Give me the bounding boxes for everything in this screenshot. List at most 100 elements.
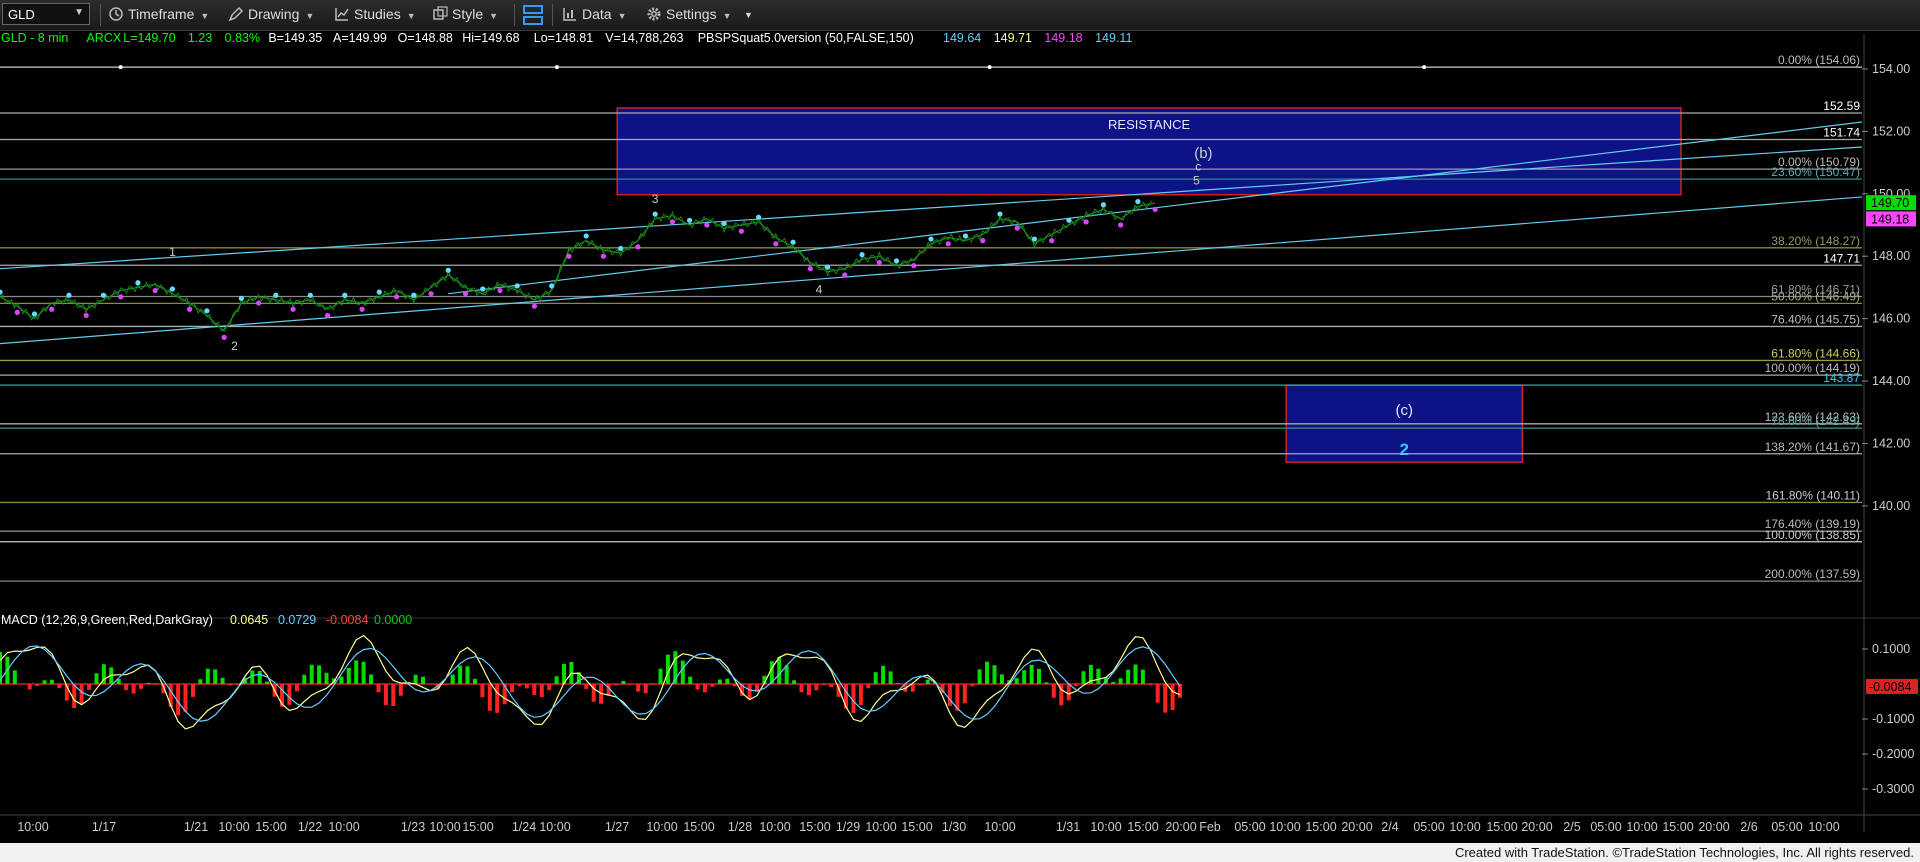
legend-item: 0.83% bbox=[225, 31, 260, 45]
signal-dot bbox=[824, 264, 831, 270]
time-tick-label: 1/27 bbox=[605, 820, 629, 834]
time-tick-label: 1/28 bbox=[728, 820, 752, 834]
chevron-down-icon: ▼ bbox=[489, 11, 499, 21]
wave-label: 2 bbox=[231, 339, 238, 353]
studies-menu[interactable]: Studies ▼ bbox=[334, 6, 416, 24]
settings-label: Settings bbox=[666, 6, 717, 22]
signal-dot bbox=[221, 334, 227, 340]
time-tick-label: 20:00 bbox=[1341, 820, 1372, 834]
layout-button[interactable] bbox=[523, 4, 543, 25]
signal-dot bbox=[531, 303, 538, 309]
signal-dot bbox=[704, 222, 710, 228]
macd-value: -0.0084 bbox=[326, 613, 368, 627]
time-tick-label: 2/5 bbox=[1563, 820, 1580, 834]
legend-item: Lo=148.81 bbox=[534, 31, 593, 45]
timeframe-menu[interactable]: Timeframe ▼ bbox=[108, 6, 209, 24]
toolbar-overflow[interactable]: ▼ bbox=[744, 10, 753, 28]
last-price-tag-label: 149.18 bbox=[1871, 212, 1909, 226]
legend-item: O=148.88 bbox=[398, 31, 453, 45]
chart-toolbar: GLD ▼ Timeframe ▼ Drawing ▼ Studies ▼ Style… bbox=[0, 0, 1920, 31]
legend-item: 1.23 bbox=[188, 31, 212, 45]
style-menu[interactable]: Style ▼ bbox=[432, 6, 498, 24]
signal-dot bbox=[1118, 222, 1124, 228]
level-label: 78.60% (142.49) bbox=[1771, 414, 1860, 428]
legend-item: V=14,788,263 bbox=[605, 31, 683, 45]
time-tick-label: 20:00 bbox=[1521, 820, 1552, 834]
macd-value: 0.0000 bbox=[374, 613, 412, 627]
level-label: 76.40% (145.75) bbox=[1771, 312, 1860, 326]
settings-menu[interactable]: Settings ▼ bbox=[646, 6, 732, 24]
signal-dot bbox=[49, 306, 55, 312]
symbol-label: GLD bbox=[8, 7, 35, 22]
level-label: 50.00% (146.49) bbox=[1771, 289, 1860, 303]
signal-dot bbox=[669, 219, 675, 225]
time-tick-label: 1/21 bbox=[184, 820, 208, 834]
symbol-selector[interactable]: GLD ▼ bbox=[2, 3, 90, 25]
signal-dot bbox=[997, 211, 1003, 217]
line-marker bbox=[987, 65, 992, 70]
wave-label: 3 bbox=[652, 192, 659, 206]
time-tick-label: 1/23 bbox=[401, 820, 425, 834]
signal-dot bbox=[83, 312, 89, 319]
signal-dot bbox=[14, 309, 20, 315]
wave-label: 4 bbox=[816, 283, 823, 297]
time-tick-label: Feb bbox=[1199, 820, 1221, 834]
signal-dot bbox=[376, 289, 382, 295]
time-tick-label: 10:00 bbox=[17, 820, 48, 834]
chevron-down-icon: ▼ bbox=[744, 10, 753, 20]
chart-canvas[interactable]: GLD - 8 min ARCX L=149.70 1.23 0.83% B=149.35… bbox=[0, 30, 1920, 843]
time-tick-label: 1/22 bbox=[298, 820, 322, 834]
macd-tick-label: -0.1000 bbox=[1872, 712, 1914, 726]
legend-item: 149.18 bbox=[1044, 31, 1082, 45]
layout-icon bbox=[523, 5, 543, 25]
price-tick-label: 154.00 bbox=[1872, 62, 1910, 76]
line-marker bbox=[554, 65, 559, 70]
macd-tick-label: -0.2000 bbox=[1872, 747, 1914, 761]
signal-dot bbox=[445, 267, 451, 273]
time-tick-label: 10:00 bbox=[1090, 820, 1121, 834]
time-tick-label: 1/24 bbox=[512, 820, 536, 834]
signal-dot bbox=[187, 306, 193, 312]
signal-dot bbox=[514, 283, 520, 289]
time-tick-label: 15:00 bbox=[1486, 820, 1517, 834]
level-label: 138.20% (141.67) bbox=[1765, 440, 1860, 454]
time-tick-label: 2/4 bbox=[1381, 820, 1398, 834]
studies-label: Studies bbox=[354, 6, 401, 22]
data-menu[interactable]: Data ▼ bbox=[562, 6, 627, 24]
line-marker bbox=[1422, 65, 1427, 70]
level-label: 23.60% (150.47) bbox=[1771, 165, 1860, 179]
drawing-menu[interactable]: Drawing ▼ bbox=[228, 6, 314, 24]
signal-dot bbox=[566, 253, 572, 259]
signal-dot bbox=[600, 253, 607, 259]
level-label: 143.87 bbox=[1823, 371, 1860, 385]
zone-c-label: (c) bbox=[1396, 402, 1414, 419]
signal-dot bbox=[204, 308, 210, 314]
footer-bar: Created with TradeStation. ©TradeStation… bbox=[0, 843, 1920, 862]
signal-dot bbox=[876, 259, 882, 266]
time-tick-label: 10:00 bbox=[429, 820, 460, 834]
chevron-down-icon: ▼ bbox=[305, 11, 315, 21]
signal-dot bbox=[0, 289, 3, 295]
time-tick-label: 10:00 bbox=[646, 820, 677, 834]
level-label: 0.00% (154.06) bbox=[1778, 53, 1860, 67]
time-tick-label: 15:00 bbox=[799, 820, 830, 834]
copyright-text: Created with TradeStation. ©TradeStation… bbox=[1454, 845, 1914, 860]
macd-diff-tag-label: -0.0084 bbox=[1869, 680, 1911, 694]
chevron-down-icon: ▼ bbox=[722, 11, 732, 21]
time-tick-label: 15:00 bbox=[901, 820, 932, 834]
time-tick-label: 15:00 bbox=[462, 820, 493, 834]
signal-dot bbox=[238, 295, 244, 301]
level-label: 100.00% (138.85) bbox=[1765, 528, 1860, 542]
style-icon bbox=[433, 6, 448, 20]
time-tick-label: 10:00 bbox=[1449, 820, 1480, 834]
legend-item: L=149.70 bbox=[123, 31, 176, 45]
chart-area[interactable]: GLD - 8 min ARCX L=149.70 1.23 0.83% B=149.35… bbox=[0, 30, 1920, 862]
zone-wave-2-label: 2 bbox=[1400, 440, 1409, 459]
signal-dot bbox=[66, 292, 72, 298]
time-tick-label: 10:00 bbox=[865, 820, 896, 834]
signal-dot bbox=[1135, 199, 1141, 205]
price-tick-label: 146.00 bbox=[1872, 312, 1910, 326]
time-tick-label: 1/30 bbox=[942, 820, 966, 834]
signal-dot bbox=[273, 292, 279, 298]
level-label: 38.20% (148.27) bbox=[1771, 234, 1860, 248]
